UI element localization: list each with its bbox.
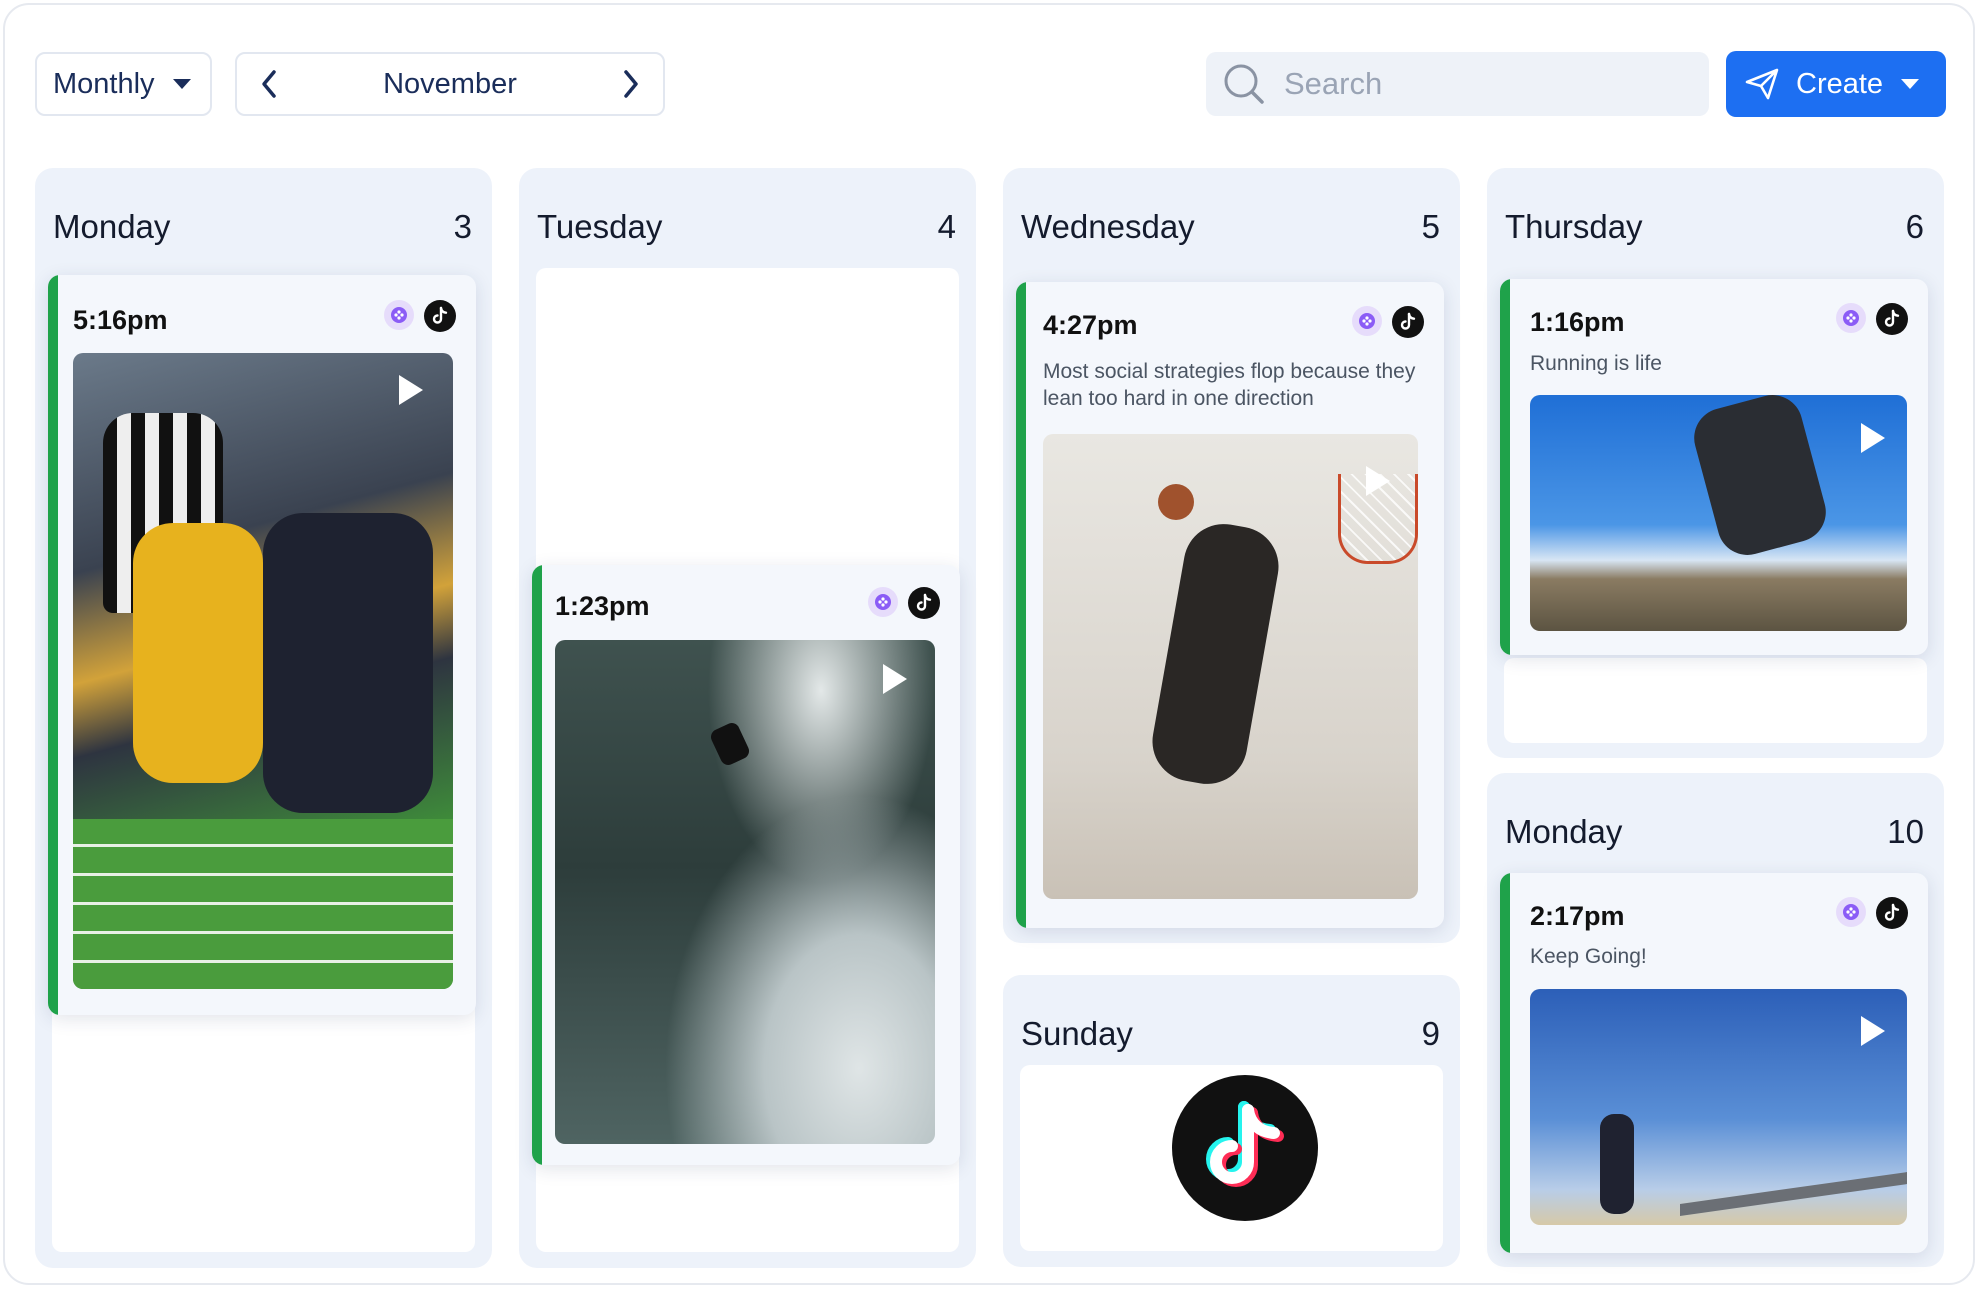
tiktok-icon <box>1392 306 1424 338</box>
prev-month-button[interactable] <box>255 64 283 104</box>
post-card[interactable]: 4:27pm Most social strategies flop becau… <box>1016 282 1444 928</box>
post-card[interactable]: 2:17pm Keep Going! <box>1500 873 1928 1253</box>
tiktok-icon <box>1876 897 1908 929</box>
create-label: Create <box>1796 67 1884 100</box>
tiktok-logo-icon <box>1172 1075 1318 1221</box>
search-icon <box>1224 64 1264 104</box>
workspace-icon <box>384 300 414 330</box>
day-name: Thursday <box>1505 208 1643 245</box>
post-platforms <box>1352 306 1424 338</box>
tiktok-icon <box>424 300 456 332</box>
status-bar <box>1500 279 1510 655</box>
post-caption: Keep Going! <box>1530 945 1647 968</box>
search-placeholder: Search <box>1284 66 1383 101</box>
status-bar <box>48 275 58 1015</box>
post-card[interactable]: 5:16pm <box>48 275 476 1015</box>
tiktok-icon <box>908 587 940 619</box>
day-date: 4 <box>937 208 956 245</box>
day-date: 9 <box>1421 1015 1440 1052</box>
day-name: Tuesday <box>537 208 663 245</box>
search-input[interactable]: Search <box>1206 52 1709 116</box>
workspace-icon <box>1836 303 1866 333</box>
caret-down-icon[interactable] <box>1901 79 1920 89</box>
post-time: 4:27pm <box>1043 310 1138 340</box>
day-name: Sunday <box>1021 1015 1133 1052</box>
status-bar <box>1500 873 1510 1253</box>
view-mode-label: Monthly <box>53 67 155 100</box>
basketball-photo <box>1043 434 1418 899</box>
football-photo <box>73 353 453 989</box>
caret-down-icon <box>172 79 191 89</box>
runner-photo <box>1530 989 1907 1225</box>
status-bar <box>532 565 542 1165</box>
post-card[interactable]: 1:16pm Running is life <box>1500 279 1928 655</box>
status-bar <box>1016 282 1026 928</box>
tiktok-icon <box>1876 303 1908 335</box>
chevron-left-icon <box>262 70 276 98</box>
next-month-button[interactable] <box>617 64 645 104</box>
post-platforms <box>868 587 940 619</box>
current-month: November <box>383 67 517 100</box>
day-name: Monday <box>1505 813 1623 850</box>
play-icon[interactable] <box>1861 1016 1885 1046</box>
view-mode-dropdown[interactable]: Monthly <box>35 52 212 116</box>
workspace-icon <box>868 587 898 617</box>
day-date: 3 <box>453 208 472 245</box>
day-name: Wednesday <box>1021 208 1195 245</box>
post-time: 1:16pm <box>1530 307 1625 337</box>
send-icon <box>1745 68 1779 100</box>
post-platforms <box>1836 897 1908 929</box>
post-time: 1:23pm <box>555 591 650 621</box>
create-button[interactable]: Create <box>1726 51 1946 117</box>
day-date: 10 <box>1887 813 1924 850</box>
post-card[interactable]: 1:23pm <box>532 565 960 1165</box>
post-platforms <box>1836 303 1908 335</box>
play-icon[interactable] <box>883 664 907 694</box>
workspace-icon <box>1836 897 1866 927</box>
jumping-photo <box>1530 395 1907 631</box>
post-caption: Running is life <box>1530 352 1662 375</box>
day-name: Monday <box>53 208 171 245</box>
post-caption: Most social strategies flop because they… <box>1043 360 1416 410</box>
post-platforms <box>384 300 456 332</box>
play-icon[interactable] <box>399 375 423 405</box>
day-date: 5 <box>1421 208 1440 245</box>
chevron-right-icon <box>624 70 638 98</box>
post-time: 2:17pm <box>1530 901 1625 931</box>
play-icon[interactable] <box>1366 466 1390 496</box>
day-date: 6 <box>1905 208 1924 245</box>
post-time: 5:16pm <box>73 305 168 335</box>
surfing-photo <box>555 640 935 1144</box>
day-slot[interactable] <box>1020 1065 1443 1251</box>
month-navigator: November <box>235 52 665 116</box>
day-slot[interactable] <box>1504 658 1927 743</box>
workspace-icon <box>1352 306 1382 336</box>
day-column-sunday-9: Sunday 9 <box>1003 975 1460 1267</box>
play-icon[interactable] <box>1861 423 1885 453</box>
